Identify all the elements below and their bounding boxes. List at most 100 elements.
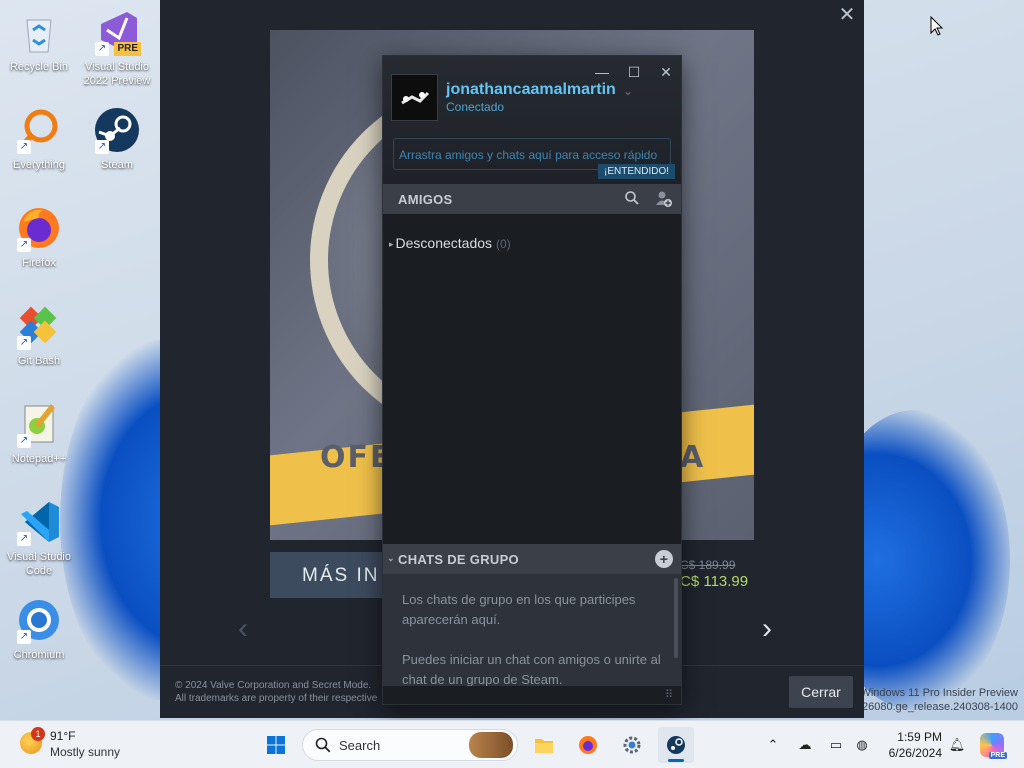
add-friend-icon[interactable] xyxy=(655,190,673,208)
desktop-icon-chromium[interactable]: ↗ Chromium xyxy=(3,596,75,662)
desktop-icon-label: Recycle Bin xyxy=(9,61,69,73)
desktop-icon-label: Everything xyxy=(13,159,65,171)
desktop-icon-label: Steam xyxy=(101,159,133,171)
desktop-icon-label: Firefox xyxy=(22,257,56,269)
copyright-line: © 2024 Valve Corporation and Secret Mode… xyxy=(175,680,372,691)
watermark-build: 26080.ge_release.240308-1400 xyxy=(862,701,1018,713)
offline-group-toggle[interactable]: ▸ Desconectados (0) xyxy=(389,235,511,251)
desktop-icon-git-bash[interactable]: ↗ Git Bash xyxy=(3,302,75,368)
more-info-button[interactable]: MÁS IN xyxy=(270,552,390,598)
taskbar: 1 91°F Mostly sunny Search ⌃ ☁ ▭ ◍ 1:59 … xyxy=(0,720,1024,768)
resize-grip-icon[interactable]: ⠿ xyxy=(665,688,673,701)
search-icon[interactable] xyxy=(623,190,641,208)
weather-condition[interactable]: Mostly sunny xyxy=(50,745,120,759)
copilot-preview-badge: PRE xyxy=(988,752,1007,759)
recycle-bin-icon xyxy=(15,8,63,56)
friends-list-window: — ☐ ✕ jonathancaamalmartin ⌄ Conectado A… xyxy=(382,55,682,705)
search-icon xyxy=(315,737,331,753)
taskbar-settings[interactable] xyxy=(614,727,650,763)
trademark-line: All trademarks are property of their res… xyxy=(175,693,378,704)
create-group-chat-icon[interactable]: + xyxy=(655,550,673,568)
vscode-icon: ↗ xyxy=(15,498,63,546)
shortcut-arrow-icon: ↗ xyxy=(17,532,31,546)
friends-header-label: AMIGOS xyxy=(398,192,453,207)
firefox-icon xyxy=(579,736,597,754)
copilot-icon[interactable]: PRE xyxy=(980,733,1007,759)
chromium-icon: ↗ xyxy=(15,596,63,644)
close-button[interactable]: Cerrar xyxy=(789,676,853,708)
watermark-edition: Windows 11 Pro Insider Preview xyxy=(860,687,1018,699)
display-icon[interactable]: ▭ xyxy=(826,735,846,755)
taskbar-search-box[interactable]: Search xyxy=(302,729,518,761)
chevron-up-icon[interactable]: ⌃ xyxy=(763,735,783,755)
offline-label: Desconectados xyxy=(395,235,493,251)
original-price: C$ 189.99 xyxy=(680,558,736,572)
shortcut-arrow-icon: ↗ xyxy=(17,336,31,350)
taskbar-file-explorer[interactable] xyxy=(526,727,562,763)
everything-search-icon: ↗ xyxy=(15,106,63,154)
shortcut-arrow-icon: ↗ xyxy=(95,140,109,154)
group-chats-section-header[interactable]: ⌄ CHATS DE GRUPO + xyxy=(383,544,681,574)
close-icon[interactable]: ✕ xyxy=(652,62,680,82)
weather-temperature[interactable]: 91°F xyxy=(50,729,75,743)
chevron-down-icon[interactable]: ⌄ xyxy=(623,84,633,98)
minimize-icon[interactable]: — xyxy=(588,62,616,82)
got-it-button[interactable]: ¡ENTENDIDO! xyxy=(598,164,675,179)
offline-count: (0) xyxy=(496,237,511,251)
desktop-icon-label: Visual Studio Code xyxy=(6,551,71,577)
visual-studio-preview-icon: ↗ PRE xyxy=(93,8,141,56)
collapse-arrow-icon: ▸ xyxy=(389,239,394,249)
taskbar-steam[interactable] xyxy=(658,727,694,763)
system-clock[interactable]: 1:59 PM 6/26/2024 xyxy=(880,729,942,761)
copyright-notice: © 2024 Valve Corporation and Secret Mode… xyxy=(175,679,385,705)
shortcut-arrow-icon: ↗ xyxy=(17,630,31,644)
desktop-icon-vscode[interactable]: ↗ Visual Studio Code xyxy=(3,498,75,578)
group-chats-header-label: CHATS DE GRUPO xyxy=(398,552,519,567)
scrollbar[interactable] xyxy=(674,578,678,658)
shortcut-arrow-icon: ↗ xyxy=(17,140,31,154)
desktop-icon-label: Chromium xyxy=(13,649,65,661)
git-bash-icon: ↗ xyxy=(15,302,63,350)
desktop-icon-recycle-bin[interactable]: Recycle Bin xyxy=(3,8,75,74)
next-arrow-icon[interactable]: › xyxy=(762,612,772,646)
windows-watermark: Windows 11 Pro Insider Preview 26080.ge_… xyxy=(860,686,1018,714)
friends-window-header: — ☐ ✕ jonathancaamalmartin ⌄ Conectado A… xyxy=(383,56,681,184)
online-status: Conectado xyxy=(446,100,505,114)
group-chats-empty-state: Los chats de grupo en los que participes… xyxy=(383,574,681,686)
shortcut-arrow-icon: ↗ xyxy=(17,434,31,448)
running-indicator xyxy=(668,759,684,762)
clock-time: 1:59 PM xyxy=(897,730,942,744)
desktop-icon-notepad-plus-plus[interactable]: ↗ Notepad++ xyxy=(3,400,75,466)
clock-date: 6/26/2024 xyxy=(888,746,942,760)
previous-arrow-icon[interactable]: ‹ xyxy=(238,612,248,646)
desktop-icon-steam[interactable]: ↗ Steam xyxy=(81,106,153,172)
group-chats-info-text: Los chats de grupo en los que participes… xyxy=(402,592,636,627)
mouse-cursor-icon xyxy=(930,15,944,36)
desktop-icon-visual-studio-preview[interactable]: ↗ PRE Visual Studio 2022 Preview xyxy=(81,8,153,88)
avatar[interactable] xyxy=(391,74,438,121)
cloud-offline-icon[interactable]: ☁ xyxy=(795,735,815,755)
collapse-arrow-icon: ⌄ xyxy=(387,553,395,563)
banner-ribbon-text-right: A xyxy=(680,440,706,475)
desktop-icon-everything[interactable]: ↗ Everything xyxy=(3,106,75,172)
folder-icon xyxy=(535,739,553,753)
gear-icon xyxy=(623,736,641,754)
search-placeholder: Search xyxy=(339,738,381,753)
taskbar-firefox[interactable] xyxy=(570,727,606,763)
windows-logo-icon xyxy=(267,736,285,754)
network-icon[interactable]: ◍ xyxy=(852,735,872,755)
username-link[interactable]: jonathancaamalmartin xyxy=(446,81,616,99)
shortcut-arrow-icon: ↗ xyxy=(17,238,31,252)
dialog-close-icon[interactable]: ✕ xyxy=(838,5,856,25)
desktop-icon-firefox[interactable]: ↗ Firefox xyxy=(3,204,75,270)
desktop-icon-label: Notepad++ xyxy=(11,453,67,465)
notepad-plus-plus-icon: ↗ xyxy=(15,400,63,448)
weather-alert-badge: 1 xyxy=(31,727,45,741)
steam-icon xyxy=(667,736,685,754)
preview-badge: PRE xyxy=(114,42,141,56)
avatar-image xyxy=(401,91,430,105)
maximize-icon[interactable]: ☐ xyxy=(620,62,648,82)
desktop-icon-label: Git Bash xyxy=(17,355,61,367)
notification-bell-icon[interactable]: 🔔︎ xyxy=(947,735,967,755)
start-button[interactable] xyxy=(258,727,294,763)
